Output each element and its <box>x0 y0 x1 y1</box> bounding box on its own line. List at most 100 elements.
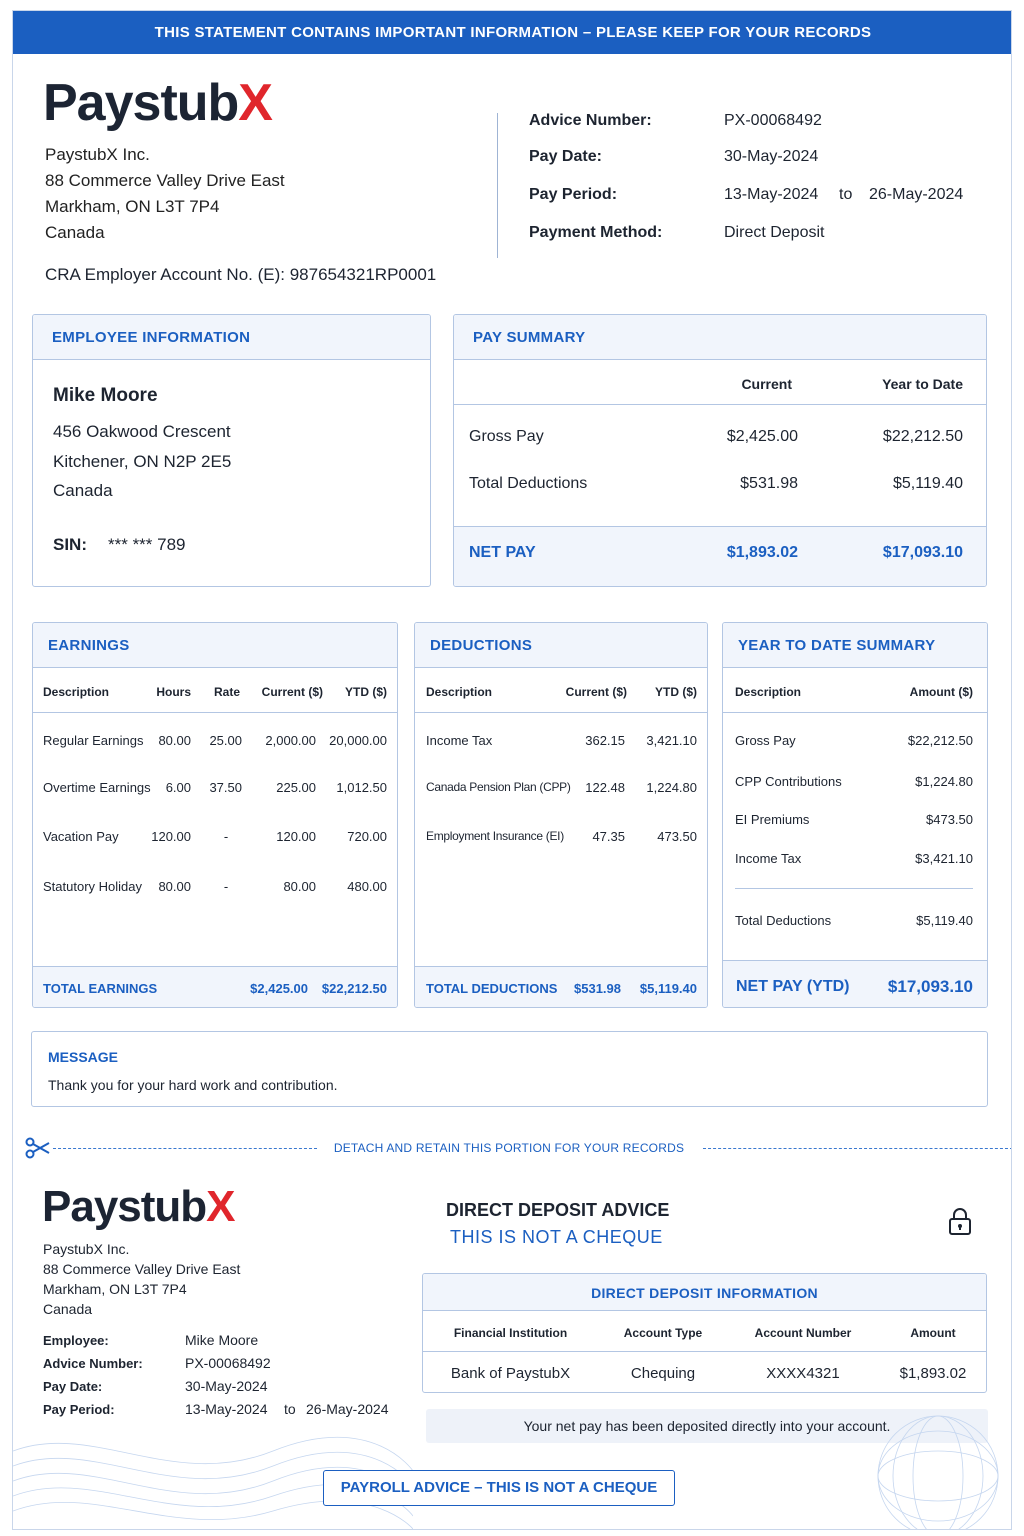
dd-col-type: Account Type <box>623 1326 703 1340</box>
earnings-row-desc: Regular Earnings <box>43 733 144 748</box>
stub-advice-label: Advice Number: <box>43 1356 143 1371</box>
deductions-box: DEDUCTIONS Description Current ($) YTD (… <box>414 622 708 1008</box>
earnings-row-hours: 80.00 <box>158 733 191 748</box>
deductions-row-ytd: 473.50 <box>657 829 697 844</box>
total-deductions-current: $531.98 <box>574 981 621 996</box>
deductions-row-current: 362.15 <box>585 733 625 748</box>
earnings-row-rate: 25.00 <box>209 733 242 748</box>
deductions-col-ytd: YTD ($) <box>655 685 697 699</box>
pay-summary-deductions-current: $531.98 <box>740 475 798 492</box>
earnings-row-rate: - <box>223 879 229 894</box>
message-box: MESSAGE Thank you for your hard work and… <box>31 1031 988 1107</box>
earnings-row-ytd: 720.00 <box>347 829 387 844</box>
ytd-row-desc: Gross Pay <box>735 733 796 748</box>
earnings-row-current: 2,000.00 <box>265 733 316 748</box>
earnings-row-rate: - <box>223 829 229 844</box>
total-earnings-ytd: $22,212.50 <box>321 981 387 996</box>
advice-number: PX-00068492 <box>724 112 822 129</box>
deductions-row-desc: Canada Pension Plan (CPP) <box>426 780 571 794</box>
cra-account: CRA Employer Account No. (E): 987654321R… <box>45 265 437 284</box>
earnings-col-description: Description <box>43 685 110 699</box>
deductions-heading: DEDUCTIONS <box>430 637 533 654</box>
total-deductions-ytd: $5,119.40 <box>639 981 697 996</box>
pay-summary-box: PAY SUMMARY Current Year to Date Gross P… <box>453 314 987 587</box>
earnings-row-current: 120.00 <box>276 829 316 844</box>
sin-value: *** *** 789 <box>108 535 186 554</box>
message-heading: MESSAGE <box>48 1049 119 1065</box>
dd-col-account: Account Number <box>754 1326 852 1340</box>
detach-text: DETACH AND RETAIN THIS PORTION FOR YOUR … <box>333 1141 685 1155</box>
earnings-row-ytd: 480.00 <box>347 879 387 894</box>
sin-label: SIN: <box>53 535 87 554</box>
earnings-row-hours: 120.00 <box>151 829 191 844</box>
dd-type: Chequing <box>630 1365 696 1382</box>
earnings-col-ytd: YTD ($) <box>345 685 387 699</box>
earnings-heading: EARNINGS <box>48 637 130 654</box>
deductions-row-current: 122.48 <box>585 780 625 795</box>
deductions-col-current: Current ($) <box>565 685 627 699</box>
earnings-box: EARNINGS Description Hours Rate Current … <box>32 622 398 1008</box>
stub-date: 30-May-2024 <box>185 1378 268 1394</box>
direct-deposit-heading: DIRECT DEPOSIT INFORMATION <box>591 1285 818 1301</box>
pay-date: 30-May-2024 <box>724 148 819 165</box>
ytd-col-description: Description <box>735 685 802 699</box>
earnings-row-current: 225.00 <box>276 780 316 795</box>
ytd-total-deductions: $5,119.40 <box>916 913 973 928</box>
earnings-row-current: 80.00 <box>283 879 316 894</box>
employee-address-line1: 456 Oakwood Crescent <box>53 422 231 441</box>
deductions-row-ytd: 3,421.10 <box>646 733 697 748</box>
deductions-row-current: 47.35 <box>592 829 625 844</box>
pay-summary-deductions-ytd: $5,119.40 <box>893 475 963 492</box>
scissors-icon <box>25 1137 50 1159</box>
earnings-row-desc: Vacation Pay <box>43 829 119 844</box>
ytd-net-pay: $17,093.10 <box>887 977 973 996</box>
ytd-row-desc: EI Premiums <box>735 812 810 827</box>
direct-deposit-box: DIRECT DEPOSIT INFORMATION Financial Ins… <box>422 1273 987 1393</box>
ytd-row-amount: $3,421.10 <box>915 851 973 866</box>
lock-icon <box>949 1208 971 1235</box>
dd-col-institution: Financial Institution <box>453 1326 568 1340</box>
pay-period-start: 13-May-2024 <box>724 186 819 203</box>
total-earnings-current: $2,425.00 <box>250 981 308 996</box>
pay-summary-deductions-label: Total Deductions <box>469 475 588 492</box>
dd-amount: $1,893.02 <box>899 1365 967 1382</box>
pay-period-end: 26-May-2024 <box>869 186 964 203</box>
dd-institution: Bank of PaystubX <box>450 1365 571 1382</box>
company-address: PaystubX Inc. 88 Commerce Valley Drive E… <box>45 142 285 246</box>
earnings-row-rate: 37.50 <box>209 780 242 795</box>
message-text: Thank you for your hard work and contrib… <box>48 1077 338 1093</box>
ytd-row-amount: $22,212.50 <box>907 733 973 748</box>
stub-employee: Mike Moore <box>185 1332 259 1348</box>
payment-method: Direct Deposit <box>724 224 825 241</box>
earnings-row-hours: 6.00 <box>165 780 191 795</box>
stub-employee-label: Employee: <box>43 1333 109 1348</box>
ytd-row-desc: CPP Contributions <box>735 774 842 789</box>
earnings-col-current: Current ($) <box>261 685 323 699</box>
net-pay-ytd: $17,093.10 <box>882 544 963 561</box>
earnings-col-hours: Hours <box>156 685 191 699</box>
advice-number-label: Advice Number: <box>529 112 652 129</box>
ytd-net-pay-label: NET PAY (YTD) <box>736 978 850 995</box>
net-pay-current: $1,893.02 <box>726 544 798 561</box>
deductions-row-ytd: 1,224.80 <box>646 780 697 795</box>
net-pay-label: NET PAY <box>469 544 536 561</box>
payment-method-label: Payment Method: <box>529 224 663 241</box>
pay-summary-col-ytd: Year to Date <box>882 376 963 392</box>
stub-advice: PX-00068492 <box>185 1355 271 1371</box>
ytd-total-deductions-label: Total Deductions <box>735 913 832 928</box>
deductions-row-desc: Income Tax <box>426 733 493 748</box>
ytd-row-amount: $473.50 <box>926 812 973 827</box>
employee-info-box: EMPLOYEE INFORMATION Mike Moore 456 Oakw… <box>32 314 431 587</box>
payroll-advice-button[interactable]: PAYROLL ADVICE – THIS IS NOT A CHEQUE <box>323 1470 675 1506</box>
earnings-row-desc: Statutory Holiday <box>43 879 142 894</box>
divider <box>497 113 498 258</box>
company-logo: PaystubX <box>43 74 273 132</box>
paystub-page: THIS STATEMENT CONTAINS IMPORTANT INFORM… <box>12 10 1012 1530</box>
earnings-row-ytd: 20,000.00 <box>329 733 387 748</box>
earnings-row-desc: Overtime Earnings <box>43 780 151 795</box>
top-banner: THIS STATEMENT CONTAINS IMPORTANT INFORM… <box>13 11 1011 54</box>
ytd-summary-box: YEAR TO DATE SUMMARY Description Amount … <box>722 622 988 1008</box>
pay-summary-gross-current: $2,425.00 <box>726 428 798 445</box>
dd-account: XXXX4321 <box>766 1365 840 1382</box>
ytd-row-desc: Income Tax <box>735 851 802 866</box>
